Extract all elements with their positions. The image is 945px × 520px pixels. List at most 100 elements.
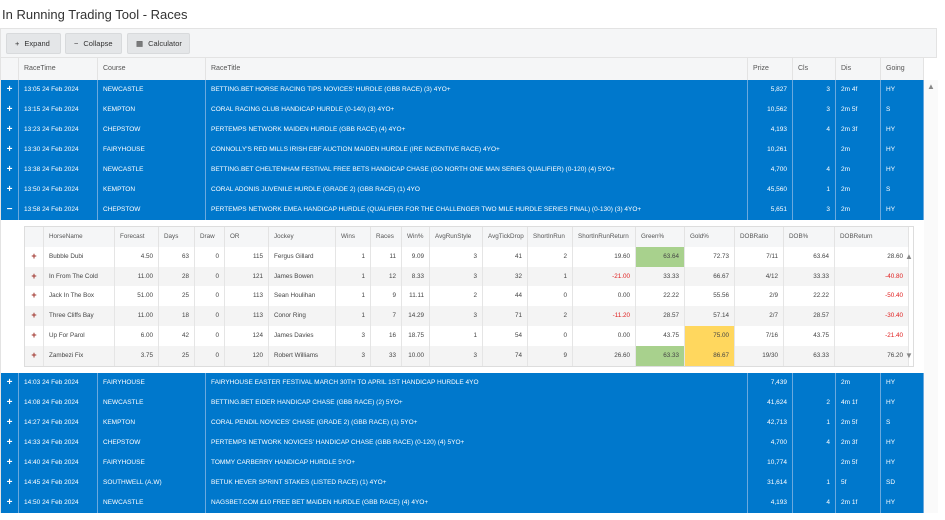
expand-horse-icon[interactable]: + [25, 345, 44, 366]
race-row[interactable]: +14:27 24 Feb 2024 KEMPTON CORAL PENDIL NO… [1, 413, 924, 433]
race-prize: 41,624 [748, 393, 793, 413]
expand-toggle-icon[interactable]: + [1, 100, 19, 120]
horse-row[interactable]: + Jack In The Box 51.00 25 0 113 Sean Houlihan… [25, 286, 909, 307]
header-course[interactable]: Course [98, 58, 206, 80]
race-row[interactable]: +14:40 24 Feb 2024 FAIRYHOUSE TOMMY CARBER… [1, 453, 924, 473]
expand-toggle-icon[interactable]: + [1, 80, 19, 100]
race-row[interactable]: +13:30 24 Feb 2024 FAIRYHOUSE CONNOLLY'S R… [1, 140, 924, 160]
horse-dobreturn: -30.40 [835, 306, 909, 326]
race-course: FAIRYHOUSE [98, 140, 206, 160]
header-prize[interactable]: Prize [748, 58, 793, 80]
expand-toggle-icon[interactable]: − [1, 200, 19, 220]
horse-gold: 57.14 [685, 306, 735, 326]
header-dobreturn[interactable]: DOBReturn [835, 227, 909, 247]
horse-jockey: James Davies [269, 325, 336, 346]
race-title: CORAL ADONIS JUVENILE HURDLE (GRADE 2) (… [206, 180, 748, 200]
horse-row[interactable]: + Up For Parol 6.00 42 0 124 James Davies 3 16 18… [25, 325, 909, 346]
horse-row[interactable]: + In From The Cold 11.00 28 0 121 James Bowen 1… [25, 266, 909, 287]
races-table: RaceTime Course RaceTitle Prize Cls Dis Going +… [1, 58, 924, 513]
expand-toggle-icon[interactable]: + [1, 120, 19, 140]
horse-or: 115 [225, 246, 269, 267]
header-draw[interactable]: Draw [195, 227, 225, 247]
race-detail-row: HorseName Forecast Days Draw OR Jockey Wins Rac… [1, 220, 924, 373]
expand-horse-icon[interactable]: + [25, 306, 44, 326]
expand-toggle-icon[interactable]: + [1, 453, 19, 473]
horse-row[interactable]: + Bubble Dubi 4.50 63 0 115 Fergus Gillard 1 11 9… [25, 246, 909, 267]
expand-toggle-icon[interactable]: + [1, 493, 19, 513]
horse-dobratio: 2/7 [735, 306, 784, 326]
race-row[interactable]: +14:50 24 Feb 2024 NEWCASTLE NAGSBET.COM £… [1, 493, 924, 513]
expand-button[interactable]: + Expand [6, 33, 61, 54]
header-racetitle[interactable]: RaceTitle [206, 58, 748, 80]
race-prize: 5,827 [748, 80, 793, 100]
expand-horse-icon[interactable]: + [25, 266, 44, 287]
horse-row[interactable]: + Zambezi Fix 3.75 25 0 120 Robert Williams 3 33… [25, 345, 909, 366]
expand-horse-icon[interactable]: + [25, 325, 44, 346]
race-time: 14:33 24 Feb 2024 [19, 433, 98, 453]
race-row[interactable]: +13:23 24 Feb 2024 CHEPSTOW PERTEMPS NETWO… [1, 120, 924, 140]
race-row[interactable]: +14:03 24 Feb 2024 FAIRYHOUSE FAIRYHOUSE E… [1, 373, 924, 393]
expand-horse-icon[interactable]: + [25, 286, 44, 307]
main-scrollbar[interactable]: ▲ [924, 80, 938, 513]
header-jockey[interactable]: Jockey [269, 227, 336, 247]
race-prize: 5,651 [748, 200, 793, 220]
race-row[interactable]: +13:05 24 Feb 2024 NEWCASTLE BETTING.BET H… [1, 80, 924, 100]
expand-horse-icon[interactable]: + [25, 246, 44, 267]
race-row[interactable]: +14:08 24 Feb 2024 NEWCASTLE BETTING.BET E… [1, 393, 924, 413]
expand-toggle-icon[interactable]: + [1, 413, 19, 433]
header-gold-pct[interactable]: Gold% [685, 227, 735, 247]
race-row[interactable]: +13:15 24 Feb 2024 KEMPTON CORAL RACING CL… [1, 100, 924, 120]
race-row[interactable]: +13:38 24 Feb 2024 NEWCASTLE BETTING.BET C… [1, 160, 924, 180]
scroll-up-icon[interactable]: ▲ [905, 252, 913, 262]
header-shortinrun[interactable]: ShortInRun [528, 227, 573, 247]
header-dob-pct[interactable]: DOB% [784, 227, 835, 247]
race-going: HY [881, 393, 924, 413]
header-cls[interactable]: Cls [793, 58, 836, 80]
header-or[interactable]: OR [225, 227, 269, 247]
header-avgrunstyle[interactable]: AvgRunStyle [430, 227, 483, 247]
horse-dobreturn: 28.60 [835, 246, 909, 267]
header-days[interactable]: Days [159, 227, 195, 247]
header-dis[interactable]: Dis [836, 58, 881, 80]
race-row[interactable]: +13:50 24 Feb 2024 KEMPTON CORAL ADONIS JU… [1, 180, 924, 200]
header-dobratio[interactable]: DOBRatio [735, 227, 784, 247]
race-going: HY [881, 373, 924, 393]
race-dis: 5f [836, 473, 881, 493]
header-races[interactable]: Races [371, 227, 402, 247]
expand-toggle-icon[interactable]: + [1, 393, 19, 413]
race-cls: 2 [793, 393, 836, 413]
collapse-button[interactable]: − Collapse [65, 33, 122, 54]
horse-dobpct: 43.75 [784, 325, 835, 346]
scroll-down-icon[interactable]: ▼ [905, 351, 913, 361]
calculator-button[interactable]: ▦ Calculator [127, 33, 190, 54]
scroll-up-icon[interactable]: ▲ [927, 82, 935, 92]
expand-toggle-icon[interactable]: + [1, 433, 19, 453]
header-forecast[interactable]: Forecast [115, 227, 159, 247]
horse-row[interactable]: + Three Cliffs Bay 11.00 18 0 113 Conor Ring 1 7… [25, 306, 909, 326]
horse-or: 124 [225, 325, 269, 346]
expand-toggle-icon[interactable]: + [1, 373, 19, 393]
header-racetime[interactable]: RaceTime [19, 58, 98, 80]
header-win-pct[interactable]: Win% [402, 227, 430, 247]
race-row[interactable]: +14:33 24 Feb 2024 CHEPSTOW PERTEMPS NETWO… [1, 433, 924, 453]
race-row[interactable]: +14:45 24 Feb 2024 SOUTHWELL (A.W) BETUK H… [1, 473, 924, 493]
horse-forecast: 51.00 [115, 286, 159, 307]
race-cls: 4 [793, 120, 836, 140]
race-row[interactable]: −13:58 24 Feb 2024 CHEPSTOW PERTEMPS NETWO… [1, 200, 924, 220]
header-horsename[interactable]: HorseName [44, 227, 115, 247]
expand-toggle-icon[interactable]: + [1, 473, 19, 493]
expand-toggle-icon[interactable]: + [1, 140, 19, 160]
horse-runstyle: 3 [430, 345, 483, 366]
horse-gold: 55.56 [685, 286, 735, 307]
header-green-pct[interactable]: Green% [636, 227, 685, 247]
horse-races: 16 [371, 325, 402, 346]
horse-shortinrun: 2 [528, 306, 573, 326]
header-going[interactable]: Going [881, 58, 924, 80]
race-course: SOUTHWELL (A.W) [98, 473, 206, 493]
horse-name: Jack In The Box [44, 286, 115, 307]
header-wins[interactable]: Wins [336, 227, 371, 247]
expand-toggle-icon[interactable]: + [1, 180, 19, 200]
header-avgtickdrop[interactable]: AvgTickDrop [483, 227, 528, 247]
header-shortinrunreturn[interactable]: ShortInRunReturn [573, 227, 636, 247]
expand-toggle-icon[interactable]: + [1, 160, 19, 180]
